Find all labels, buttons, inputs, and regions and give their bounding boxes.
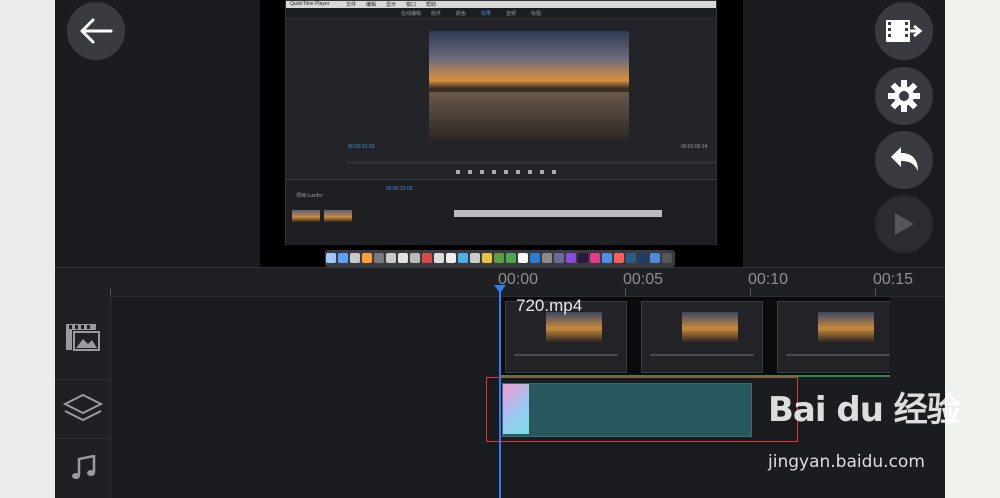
project-label: 项目:Lucifer bbox=[296, 193, 323, 199]
video-thumbnail bbox=[777, 301, 890, 373]
back-button[interactable] bbox=[67, 2, 125, 60]
video-thumbnail bbox=[641, 301, 763, 373]
gear-icon bbox=[888, 80, 920, 112]
premiere-tabs: 在线编辑 组件 颜色 效果 音频 标题 bbox=[286, 8, 716, 19]
video-clip-name: 720.mp4 bbox=[516, 296, 583, 315]
audio-track-header[interactable] bbox=[55, 439, 110, 497]
mac-dock bbox=[325, 250, 675, 281]
menu-item: 文件 bbox=[346, 2, 357, 8]
watermark-url: jingyan.baidu.com bbox=[768, 452, 925, 472]
layers-icon bbox=[62, 393, 103, 422]
baidu-watermark: Bai du 经验 jingyan.baidu.com bbox=[768, 382, 961, 472]
playhead-handle[interactable] bbox=[494, 285, 506, 293]
playhead[interactable] bbox=[499, 289, 501, 498]
menu-item: 编辑 bbox=[366, 2, 377, 8]
undo-button[interactable] bbox=[875, 131, 933, 189]
project-thumb bbox=[324, 210, 352, 222]
tab: 在线编辑 bbox=[401, 11, 422, 17]
menu-item: 帮助 bbox=[426, 2, 437, 8]
highlight-box bbox=[486, 377, 798, 442]
premiere-timeline: 00:00:12:03 项目:Lucifer bbox=[286, 179, 716, 245]
image-film-icon bbox=[65, 324, 100, 351]
tab: 音频 bbox=[506, 11, 517, 17]
arrow-left-icon bbox=[80, 18, 113, 44]
ruler-tick-label: 00:05 bbox=[623, 271, 664, 288]
preview-frame-content: QuickTime Player 文件 编辑 显示 窗口 帮助 在线编辑 组件 … bbox=[285, 0, 717, 245]
export-button[interactable] bbox=[875, 2, 933, 60]
project-thumb bbox=[292, 210, 320, 222]
sequence-clip bbox=[454, 210, 662, 217]
undo-icon bbox=[891, 147, 918, 171]
overlay-track-header[interactable] bbox=[55, 380, 110, 439]
ruler-tick-label: 00:15 bbox=[873, 271, 914, 288]
program-timecode: 00:00:12:03 bbox=[348, 144, 375, 150]
ruler-tick-label: 00:10 bbox=[748, 271, 789, 288]
transport-controls bbox=[456, 161, 626, 174]
tab: 标题 bbox=[531, 11, 542, 17]
tab: 效果 bbox=[481, 11, 492, 17]
settings-button[interactable] bbox=[875, 67, 933, 125]
mac-menubar: QuickTime Player 文件 编辑 显示 窗口 帮助 bbox=[286, 1, 716, 8]
duration-timecode: 00:01:00:14 bbox=[681, 144, 708, 150]
track-sidebar bbox=[55, 295, 111, 498]
menu-item: 窗口 bbox=[406, 2, 417, 8]
tab: 颜色 bbox=[456, 11, 467, 17]
play-button[interactable] bbox=[875, 195, 933, 253]
play-icon bbox=[895, 213, 914, 235]
menu-item: QuickTime Player bbox=[290, 1, 330, 7]
export-film-icon bbox=[886, 20, 923, 42]
video-track-header[interactable] bbox=[55, 295, 110, 380]
music-note-icon bbox=[71, 455, 95, 479]
sunset-video-frame bbox=[429, 31, 629, 141]
timeline-timecode: 00:00:12:03 bbox=[386, 186, 413, 192]
watermark-logo: Bai du 经验 bbox=[768, 390, 961, 430]
tab: 组件 bbox=[431, 11, 442, 17]
menu-item: 显示 bbox=[386, 2, 397, 8]
